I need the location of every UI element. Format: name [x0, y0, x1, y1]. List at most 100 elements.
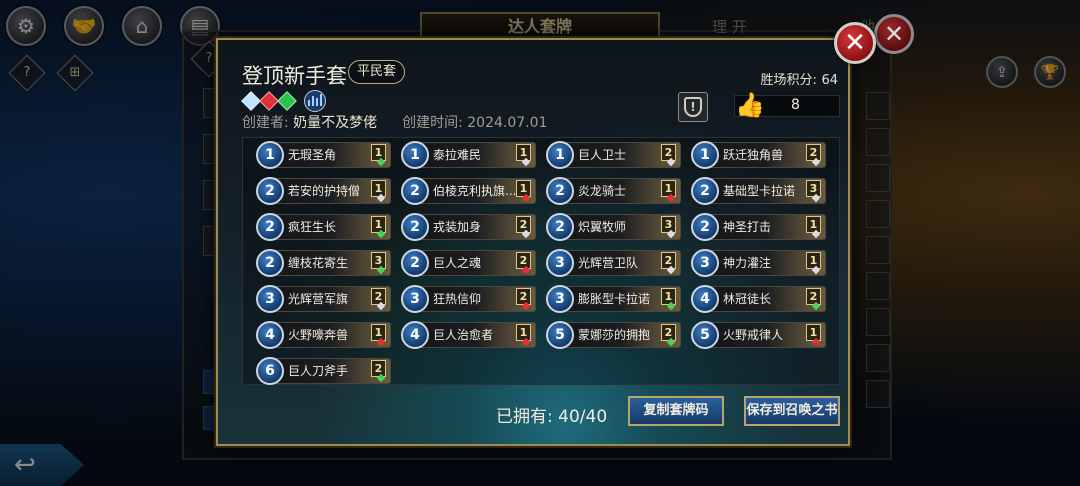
- deck-detail-modal: 登顶新手套 平民套 创建者: 奶量不及梦佬 创建时间: 2024.07.01 胜…: [216, 38, 850, 446]
- thumbs-up-icon: 👍: [735, 91, 765, 119]
- mana-cost-icon: 5: [691, 321, 719, 349]
- mana-cost-icon: 2: [401, 249, 429, 277]
- like-counter[interactable]: 👍 8: [734, 91, 840, 119]
- mana-cost-icon: 3: [546, 285, 574, 313]
- mana-cost-icon: 2: [546, 213, 574, 241]
- copy-deck-code-button[interactable]: 复制套牌码: [628, 396, 724, 426]
- mana-cost-icon: 3: [256, 285, 284, 313]
- mana-cost-icon: 2: [256, 213, 284, 241]
- mana-cost-icon: 2: [546, 177, 574, 205]
- card-entry[interactable]: 1 跃迁独角兽 2: [691, 141, 826, 169]
- card-name: 巨人刀斧手: [288, 364, 349, 378]
- card-name: 疯狂生长: [288, 220, 337, 234]
- card-entry[interactable]: 3 膨胀型卡拉诺 1: [546, 285, 681, 313]
- faction-gem-icon: [241, 91, 261, 111]
- faction-gems: [241, 90, 326, 112]
- win-points-value: 64: [821, 73, 838, 88]
- created-time-label: 创建时间:: [402, 115, 463, 131]
- card-entry[interactable]: 5 火野戒律人 1: [691, 321, 826, 349]
- win-points: 胜场积分: 64: [761, 69, 838, 88]
- mana-cost-icon: 3: [546, 249, 574, 277]
- card-name: 神圣打击: [723, 220, 772, 234]
- deck-type-badge: 平民套: [348, 60, 406, 84]
- mana-cost-icon: 2: [691, 177, 719, 205]
- mana-cost-icon: 6: [256, 357, 284, 385]
- card-name: 伯棱克利执旗...: [433, 184, 517, 198]
- deck-meta: 创建者: 奶量不及梦佬 创建时间: 2024.07.01: [242, 112, 547, 132]
- card-name: 膨胀型卡拉诺: [578, 292, 651, 306]
- card-entry[interactable]: 5 蒙娜莎的拥抱 2: [546, 321, 681, 349]
- mana-cost-icon: 2: [401, 213, 429, 241]
- card-entry[interactable]: 3 神力灌注 1: [691, 249, 826, 277]
- close-icon[interactable]: ✕: [834, 22, 876, 64]
- card-entry[interactable]: 2 炎龙骑士 1: [546, 177, 681, 205]
- mana-cost-icon: 2: [691, 213, 719, 241]
- mana-cost-icon: 5: [546, 321, 574, 349]
- card-name: 若安的护持僧: [288, 184, 361, 198]
- card-entry[interactable]: 2 炽翼牧师 3: [546, 213, 681, 241]
- card-name: 巨人之魂: [433, 256, 482, 270]
- deck-title: 登顶新手套: [242, 64, 347, 88]
- card-entry[interactable]: 3 光辉营军旗 2: [256, 285, 391, 313]
- mana-cost-icon: 3: [691, 249, 719, 277]
- mana-cost-icon: 1: [401, 141, 429, 169]
- card-name: 巨人卫士: [578, 148, 627, 162]
- card-name: 神力灌注: [723, 256, 772, 270]
- owned-count: 已拥有: 40/40: [496, 402, 607, 427]
- shield-exclamation-icon: !: [684, 97, 702, 117]
- card-entry[interactable]: 2 伯棱克利执旗... 1: [401, 177, 536, 205]
- card-entry[interactable]: 2 神圣打击 1: [691, 213, 826, 241]
- card-name: 炽翼牧师: [578, 220, 627, 234]
- mana-cost-icon: 1: [256, 141, 284, 169]
- card-name: 跃迁独角兽: [723, 148, 784, 162]
- creator-label: 创建者:: [242, 115, 289, 131]
- card-name: 缠枝花寄生: [288, 256, 349, 270]
- card-entry[interactable]: 1 泰拉难民 1: [401, 141, 536, 169]
- card-name: 戎装加身: [433, 220, 482, 234]
- mana-cost-icon: 1: [546, 141, 574, 169]
- card-entry[interactable]: 1 巨人卫士 2: [546, 141, 681, 169]
- card-entry[interactable]: 2 若安的护持僧 1: [256, 177, 391, 205]
- creator-name: 奶量不及梦佬: [293, 115, 378, 131]
- card-name: 林冠徒长: [723, 292, 772, 306]
- mana-cost-icon: 4: [256, 321, 284, 349]
- close-icon[interactable]: ✕: [874, 14, 914, 54]
- card-name: 泰拉难民: [433, 148, 482, 162]
- card-name: 巨人治愈者: [433, 328, 494, 342]
- card-name: 火野嚎奔兽: [288, 328, 349, 342]
- created-time: 2024.07.01: [467, 115, 548, 131]
- card-name: 蒙娜莎的拥抱: [578, 328, 651, 342]
- mana-cost-icon: 4: [401, 321, 429, 349]
- card-entry[interactable]: 4 火野嚎奔兽 1: [256, 321, 391, 349]
- card-entry[interactable]: 2 基础型卡拉诺 3: [691, 177, 826, 205]
- like-count: 8: [791, 97, 800, 113]
- card-entry[interactable]: 6 巨人刀斧手 2: [256, 357, 391, 385]
- card-entry[interactable]: 3 光辉营卫队 2: [546, 249, 681, 277]
- win-points-label: 胜场积分:: [760, 73, 817, 88]
- mana-cost-icon: 2: [256, 177, 284, 205]
- card-entry[interactable]: 2 戎装加身 2: [401, 213, 536, 241]
- card-list: 1 无瑕圣角 1 1 泰拉难民 1 1 巨人卫士 2 1 跃迁独角兽 2 2 若安的护持僧 1 2 伯棱克利执旗…: [242, 137, 840, 385]
- card-entry[interactable]: 1 无瑕圣角 1: [256, 141, 391, 169]
- mana-cost-icon: 3: [401, 285, 429, 313]
- card-entry[interactable]: 4 巨人治愈者 1: [401, 321, 536, 349]
- card-name: 无瑕圣角: [288, 148, 337, 162]
- owned-label: 已拥有:: [496, 407, 553, 427]
- card-name: 狂热信仰: [433, 292, 482, 306]
- faction-gem-icon: [277, 91, 297, 111]
- card-entry[interactable]: 4 林冠徒长 2: [691, 285, 826, 313]
- card-entry[interactable]: 3 狂热信仰 2: [401, 285, 536, 313]
- mana-cost-icon: 1: [691, 141, 719, 169]
- card-name: 光辉营卫队: [578, 256, 639, 270]
- card-entry[interactable]: 2 巨人之魂 2: [401, 249, 536, 277]
- card-name: 炎龙骑士: [578, 184, 627, 198]
- mana-curve-chart-icon[interactable]: [304, 90, 326, 112]
- card-entry[interactable]: 2 疯狂生长 1: [256, 213, 391, 241]
- card-name: 火野戒律人: [723, 328, 784, 342]
- report-button[interactable]: !: [678, 92, 708, 122]
- card-entry[interactable]: 2 缠枝花寄生 3: [256, 249, 391, 277]
- save-to-summon-book-button[interactable]: 保存到召唤之书: [744, 396, 840, 426]
- card-name: 基础型卡拉诺: [723, 184, 796, 198]
- card-name: 光辉营军旗: [288, 292, 349, 306]
- owned-value: 40/40: [558, 407, 608, 427]
